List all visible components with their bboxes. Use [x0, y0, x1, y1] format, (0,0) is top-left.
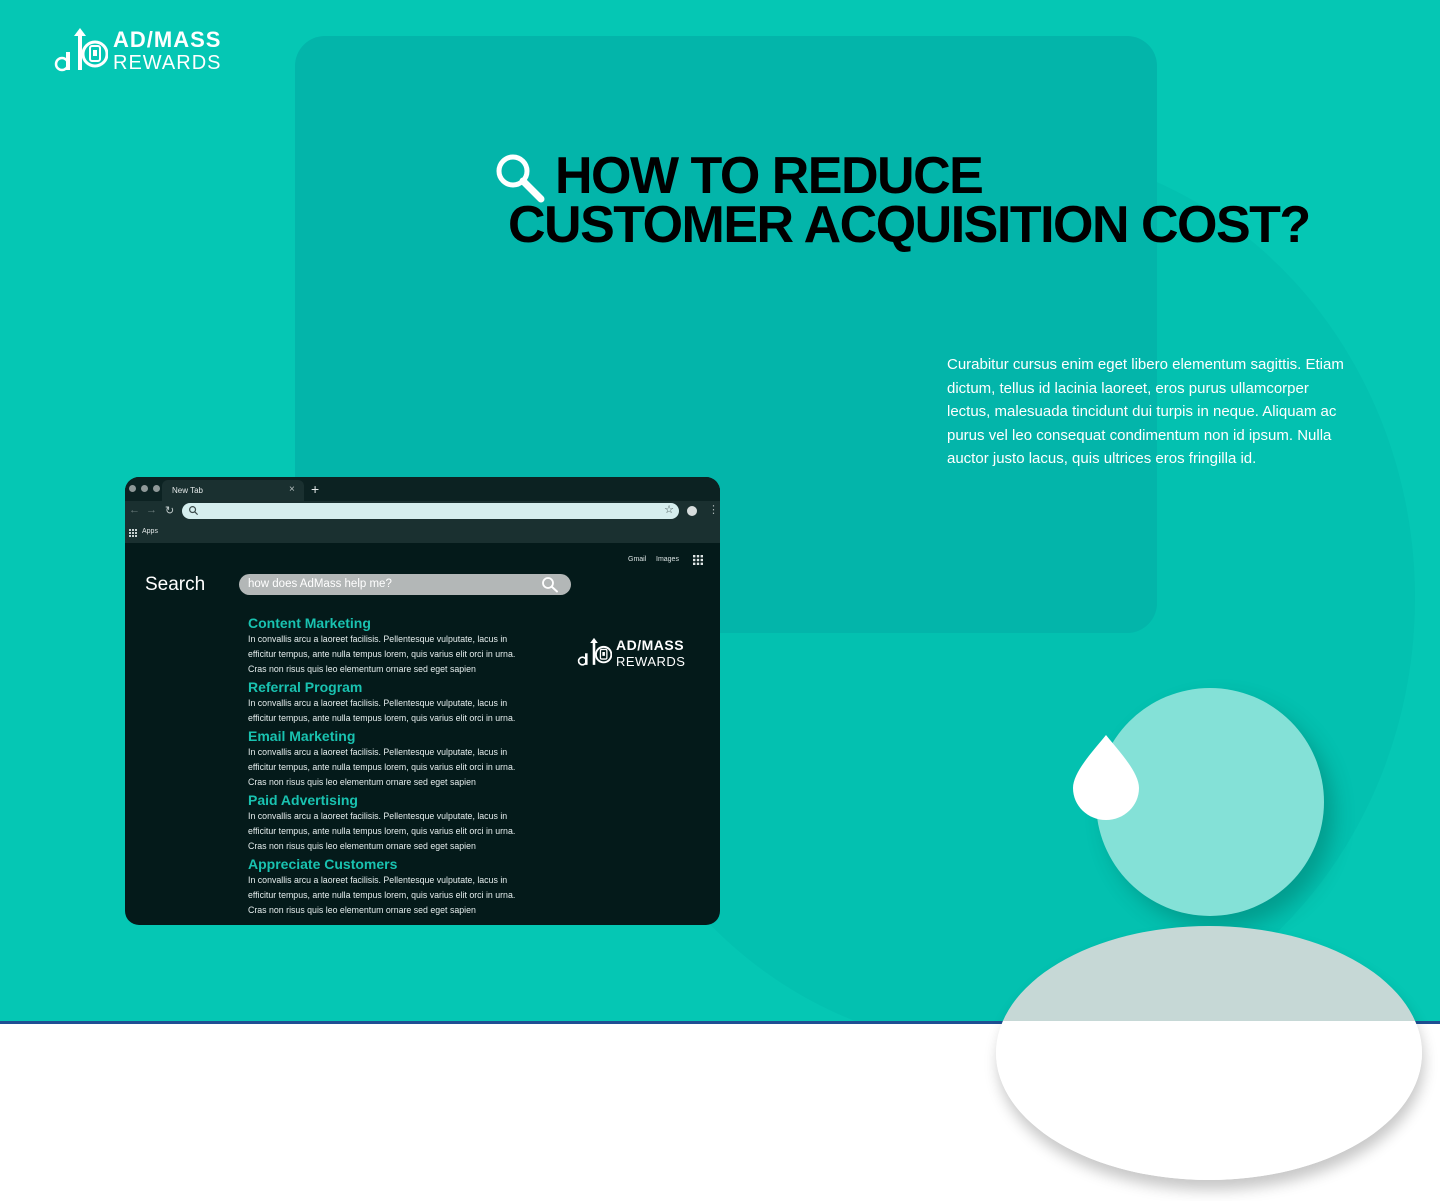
decorative-ellipse: [996, 926, 1422, 1180]
reload-icon[interactable]: ↻: [165, 504, 174, 517]
tab-title: New Tab: [172, 486, 203, 495]
search-result: Email Marketing In convallis arcu a laor…: [248, 728, 558, 790]
search-input[interactable]: how does AdMass help me?: [239, 574, 571, 595]
browser-tabbar: New Tab × +: [125, 477, 720, 501]
result-snippet-line: In convallis arcu a laoreet facilisis. P…: [248, 811, 508, 821]
result-snippet-line: efficitur tempus, ante nulla tempus lore…: [248, 890, 516, 900]
result-snippet-line: In convallis arcu a laoreet facilisis. P…: [248, 747, 508, 757]
result-title-link[interactable]: Email Marketing: [248, 728, 558, 745]
window-minimize-dot[interactable]: [141, 485, 148, 492]
google-apps-icon[interactable]: [693, 555, 703, 565]
address-bar[interactable]: ☆: [182, 503, 679, 519]
search-result: Referral Program In convallis arcu a lao…: [248, 679, 558, 726]
search-query: how does AdMass help me?: [248, 578, 392, 590]
result-snippet-line: In convallis arcu a laoreet facilisis. P…: [248, 634, 508, 644]
bookmarks-bar: Apps: [125, 523, 720, 543]
brand-name-line1: AD/MASS: [113, 27, 222, 52]
inner-brand-line1: AD/MASS: [616, 637, 685, 653]
ellipse-bottom: [996, 1021, 1422, 1180]
result-snippet-line: efficitur tempus, ante nulla tempus lore…: [248, 826, 516, 836]
title-line2: CUSTOMER ACQUISITION COST?: [508, 196, 1311, 254]
admass-logo-icon: [54, 28, 108, 72]
brand-name-line2: REWARDS: [113, 52, 222, 74]
apps-grid-icon[interactable]: [129, 529, 137, 537]
result-snippet-line: Cras non risus quis leo elementum ornare…: [248, 841, 476, 851]
title-line1: HOW TO REDUCE: [555, 147, 984, 205]
bookmark-apps[interactable]: Apps: [142, 528, 158, 535]
tab-close-icon[interactable]: ×: [289, 484, 295, 495]
ellipse-top-shade: [996, 926, 1422, 1021]
browser-toolbar: ← → ↻ ☆ ⋮: [125, 501, 720, 523]
search-result: Appreciate Customers In convallis arcu a…: [248, 856, 558, 918]
inner-brand-logo: AD/MASS REWARDS: [576, 635, 696, 673]
window-maximize-dot[interactable]: [153, 485, 160, 492]
result-title-link[interactable]: Referral Program: [248, 679, 558, 696]
page-title: HOW TO REDUCE CUSTOMER ACQUISITION COST?: [508, 147, 1408, 254]
window-close-dot[interactable]: [129, 485, 136, 492]
brand-logo[interactable]: AD/MASS REWARDS: [52, 26, 232, 76]
gmail-link[interactable]: Gmail: [628, 556, 646, 563]
result-snippet-line: Cras non risus quis leo elementum ornare…: [248, 777, 476, 787]
result-title-link[interactable]: Paid Advertising: [248, 792, 558, 809]
hero-section: AD/MASS REWARDS HOW TO REDUCE CUSTOMER A…: [0, 0, 1440, 1021]
search-icon[interactable]: [541, 576, 559, 593]
images-link[interactable]: Images: [656, 556, 679, 563]
browser-tab[interactable]: New Tab ×: [162, 480, 304, 501]
result-title-link[interactable]: Content Marketing: [248, 615, 558, 632]
result-snippet-line: Cras non risus quis leo elementum ornare…: [248, 905, 476, 915]
water-drop-icon: [1073, 735, 1139, 820]
back-arrow-icon[interactable]: ←: [129, 504, 140, 516]
search-results: Content Marketing In convallis arcu a la…: [248, 615, 558, 920]
description-text: Curabitur cursus enim eget libero elemen…: [947, 356, 1344, 467]
forward-arrow-icon[interactable]: →: [146, 504, 157, 516]
account-icon[interactable]: [687, 506, 697, 516]
result-title-link[interactable]: Appreciate Customers: [248, 856, 558, 873]
browser-mockup: New Tab × + ← → ↻ ☆ ⋮ Apps Gmail Images …: [125, 477, 720, 925]
new-tab-button[interactable]: +: [311, 481, 319, 497]
result-snippet-line: In convallis arcu a laoreet facilisis. P…: [248, 875, 508, 885]
result-snippet-line: efficitur tempus, ante nulla tempus lore…: [248, 762, 516, 772]
result-snippet-line: efficitur tempus, ante nulla tempus lore…: [248, 649, 516, 659]
result-snippet-line: In convallis arcu a laoreet facilisis. P…: [248, 698, 508, 708]
address-search-icon: [189, 506, 199, 516]
search-result: Paid Advertising In convallis arcu a lao…: [248, 792, 558, 854]
admass-logo-icon: [577, 637, 612, 666]
result-snippet-line: Cras non risus quis leo elementum ornare…: [248, 664, 476, 674]
result-snippet-line: efficitur tempus, ante nulla tempus lore…: [248, 713, 516, 723]
search-label: Search: [145, 574, 206, 595]
inner-brand-line2: REWARDS: [616, 654, 686, 669]
more-menu-icon[interactable]: ⋮: [708, 503, 719, 516]
bookmark-star-icon[interactable]: ☆: [664, 503, 674, 516]
search-result: Content Marketing In convallis arcu a la…: [248, 615, 558, 677]
